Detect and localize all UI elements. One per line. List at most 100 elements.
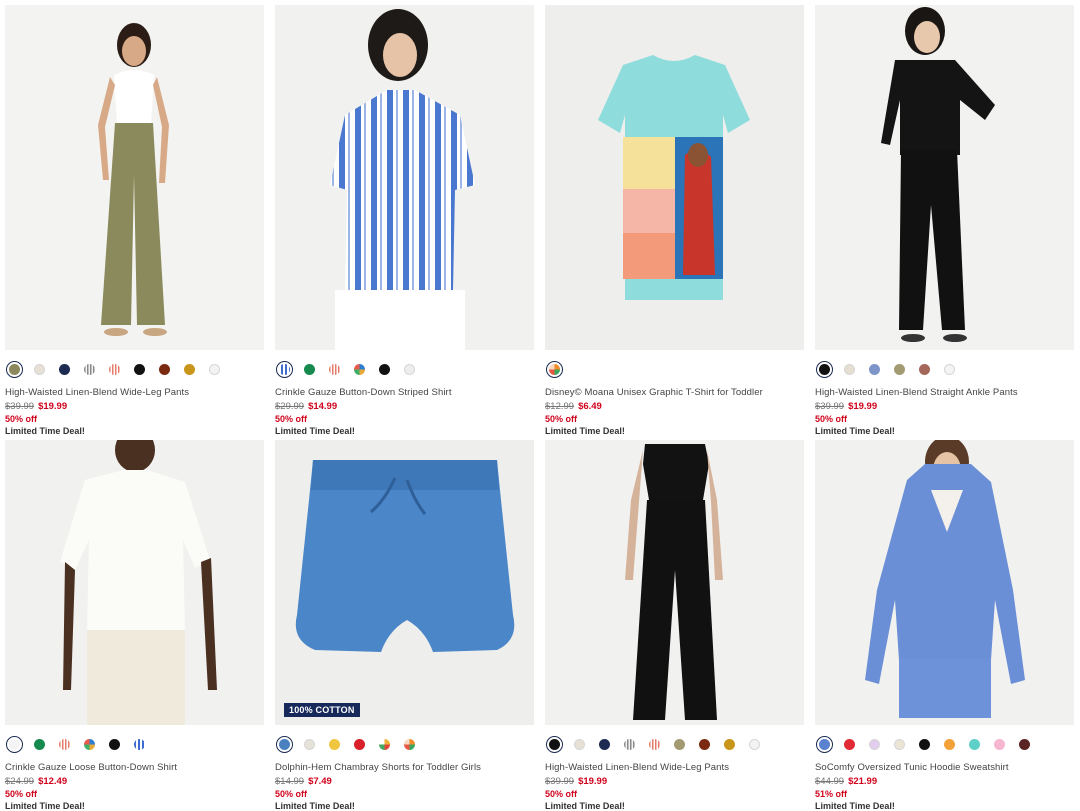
color-swatch[interactable] [304,363,315,375]
product-image[interactable] [815,5,1074,350]
sale-price: $14.99 [308,401,338,412]
product-image[interactable] [815,440,1074,725]
original-price: $39.99 [5,401,35,412]
sale-price: $7.49 [308,776,332,787]
color-swatch[interactable] [354,738,365,750]
color-swatch[interactable] [34,363,45,375]
color-swatch[interactable] [59,363,70,375]
product-name[interactable]: Crinkle Gauze Button-Down Striped Shirt [275,387,534,398]
color-swatch[interactable] [749,738,760,750]
product-image[interactable]: 100% COTTON [275,440,534,725]
product-name[interactable]: Dolphin-Hem Chambray Shorts for Toddler … [275,762,534,773]
color-swatch[interactable] [546,735,563,753]
color-swatch[interactable] [919,738,930,750]
product-image[interactable] [545,5,804,350]
product-card[interactable]: Disney© Moana Unisex Graphic T-Shirt for… [545,5,804,440]
color-swatch[interactable] [134,738,145,750]
color-swatch[interactable] [304,738,315,750]
product-card[interactable]: High-Waisted Linen-Blend Straight Ankle … [815,5,1074,440]
deal-label: Limited Time Deal! [545,801,625,811]
product-name[interactable]: SoComfy Oversized Tunic Hoodie Sweatshir… [815,762,1074,773]
color-swatch[interactable] [944,738,955,750]
product-card[interactable]: High-Waisted Linen-Blend Wide-Leg Pants … [5,5,264,440]
color-swatch[interactable] [894,738,905,750]
color-swatch[interactable] [159,363,170,375]
color-swatch[interactable] [574,738,585,750]
color-swatches [545,359,804,379]
color-swatch[interactable] [844,738,855,750]
original-price: $29.99 [275,401,305,412]
product-name[interactable]: Crinkle Gauze Loose Button-Down Shirt [5,762,264,773]
color-swatch[interactable] [6,735,23,753]
sale-price: $19.99 [578,776,608,787]
sale-price: $21.99 [848,776,878,787]
discount-label: 50% off [545,414,578,424]
color-swatch[interactable] [209,363,220,375]
color-swatch[interactable] [624,738,635,750]
color-swatch[interactable] [184,363,195,375]
color-swatch[interactable] [134,363,145,375]
color-swatch[interactable] [84,363,95,375]
product-image[interactable] [545,440,804,725]
color-swatch[interactable] [649,738,660,750]
product-image[interactable] [5,440,264,725]
color-swatch[interactable] [919,363,930,375]
color-swatch[interactable] [6,360,23,378]
discount-label: 50% off [815,414,848,424]
color-swatch[interactable] [379,738,390,750]
color-swatch[interactable] [404,363,415,375]
price-block: $12.99 $6.49 [545,401,804,412]
product-card[interactable]: SoComfy Oversized Tunic Hoodie Sweatshir… [815,440,1074,811]
deal-label: Limited Time Deal! [545,426,625,436]
color-swatch[interactable] [994,738,1005,750]
product-name[interactable]: High-Waisted Linen-Blend Wide-Leg Pants [545,762,804,773]
color-swatch[interactable] [869,738,880,750]
price-block: $29.99 $14.99 [275,401,534,412]
discount-label: 50% off [545,789,578,799]
color-swatch[interactable] [59,738,70,750]
color-swatch[interactable] [816,735,833,753]
color-swatch[interactable] [329,738,340,750]
original-price: $12.99 [545,401,575,412]
color-swatches [545,734,804,754]
discount-label: 50% off [275,414,308,424]
color-swatch[interactable] [276,360,293,378]
color-swatch[interactable] [724,738,735,750]
color-swatch[interactable] [894,363,905,375]
color-swatch[interactable] [869,363,880,375]
discount-label: 50% off [5,414,38,424]
color-swatch[interactable] [546,360,563,378]
color-swatch[interactable] [699,738,710,750]
product-name[interactable]: High-Waisted Linen-Blend Wide-Leg Pants [5,387,264,398]
color-swatch[interactable] [816,360,833,378]
color-swatch[interactable] [844,363,855,375]
product-name[interactable]: High-Waisted Linen-Blend Straight Ankle … [815,387,1074,398]
price-block: $24.99 $12.49 [5,776,264,787]
product-image[interactable] [275,5,534,350]
product-card[interactable]: 100% COTTON Dolphin-Hem Chambray Shorts … [275,440,534,811]
color-swatches [275,359,534,379]
color-swatch[interactable] [109,363,120,375]
color-swatch[interactable] [329,363,340,375]
color-swatch[interactable] [674,738,685,750]
discount-label: 51% off [815,789,848,799]
color-swatch[interactable] [404,738,415,750]
color-swatch[interactable] [599,738,610,750]
product-card[interactable]: High-Waisted Linen-Blend Wide-Leg Pants … [545,440,804,811]
original-price: $39.99 [815,401,845,412]
color-swatch[interactable] [1019,738,1030,750]
discount-label: 50% off [275,789,308,799]
color-swatch[interactable] [379,363,390,375]
color-swatch[interactable] [354,363,365,375]
product-card[interactable]: Crinkle Gauze Loose Button-Down Shirt $2… [5,440,264,811]
color-swatch[interactable] [969,738,980,750]
original-price: $24.99 [5,776,35,787]
color-swatch[interactable] [944,363,955,375]
product-image[interactable] [5,5,264,350]
color-swatch[interactable] [276,735,293,753]
color-swatch[interactable] [34,738,45,750]
product-card[interactable]: Crinkle Gauze Button-Down Striped Shirt … [275,5,534,440]
color-swatch[interactable] [109,738,120,750]
color-swatch[interactable] [84,738,95,750]
product-name[interactable]: Disney© Moana Unisex Graphic T-Shirt for… [545,387,804,398]
